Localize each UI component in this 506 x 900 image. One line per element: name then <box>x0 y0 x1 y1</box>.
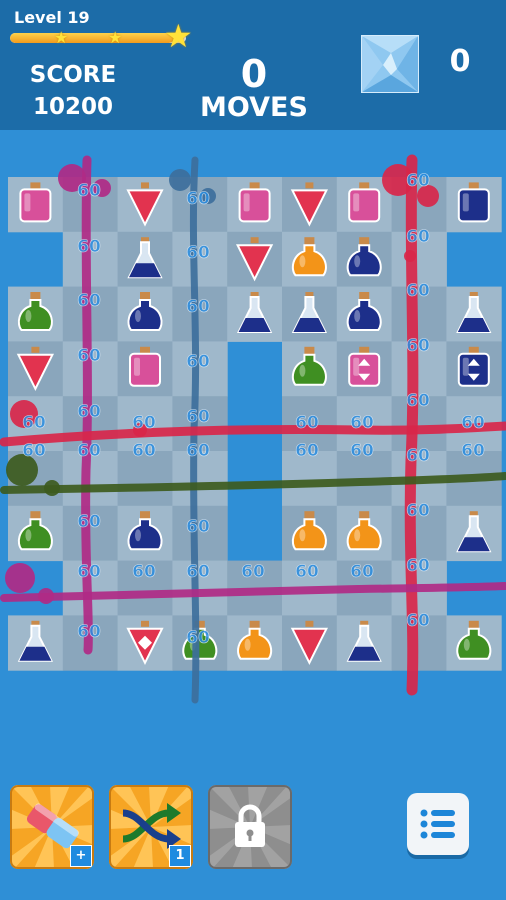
score-popup-label: 60 <box>406 227 430 247</box>
score-popup-label: 60 <box>132 413 156 433</box>
paint-drop <box>44 480 60 496</box>
score-popup-label: 60 <box>77 291 101 311</box>
menu-button[interactable] <box>407 793 469 855</box>
score-popup-label: 60 <box>406 391 430 411</box>
shuffle-booster-badge: 1 <box>169 845 191 867</box>
score-popup-label: 60 <box>406 446 430 466</box>
score-popup-label: 60 <box>461 413 485 433</box>
score-popup-label: 60 <box>77 622 101 642</box>
lock-icon <box>235 804 265 847</box>
score-popup-label: 60 <box>132 441 156 461</box>
score-popup-label: 60 <box>186 243 210 263</box>
score-popup-label: 60 <box>186 628 210 648</box>
score-popup-label: 60 <box>132 562 156 582</box>
locked-booster-slot[interactable] <box>208 785 292 869</box>
score-popup-label: 60 <box>241 562 265 582</box>
score-popup-label: 60 <box>186 352 210 372</box>
score-popup-label: 60 <box>77 562 101 582</box>
score-popup-label: 60 <box>77 512 101 532</box>
score-popup-label: 60 <box>406 611 430 631</box>
score-popup-label: 60 <box>77 402 101 422</box>
score-popup-label: 60 <box>186 297 210 317</box>
score-popup-label: 60 <box>350 562 374 582</box>
score-popup-label: 60 <box>186 517 210 537</box>
score-popup-label: 60 <box>406 501 430 521</box>
score-popup-label: 60 <box>186 189 210 209</box>
game-board[interactable]: 60 60 60 60 60 60 60 60 60 60 60 60 60 60 60 60 60 60 60 60… <box>0 0 506 900</box>
score-popup-label: 60 <box>22 413 46 433</box>
score-popup-label: 60 <box>77 441 101 461</box>
shuffle-booster-button[interactable]: 1 <box>109 785 193 869</box>
eraser-booster-badge: + <box>70 845 92 867</box>
paint-drop <box>5 563 35 593</box>
score-popup-label: 60 <box>295 441 319 461</box>
score-popup-label: 60 <box>406 281 430 301</box>
score-popup-label: 60 <box>406 171 430 191</box>
score-popup-label: 60 <box>295 413 319 433</box>
paint-drop <box>38 588 54 604</box>
paint-drop <box>404 250 416 262</box>
paint-drop <box>169 169 191 191</box>
score-popup-label: 60 <box>350 413 374 433</box>
eraser-booster-button[interactable]: + <box>10 785 94 869</box>
score-popup-label: 60 <box>186 562 210 582</box>
score-popup-label: 60 <box>77 181 101 201</box>
menu-list-icon <box>420 809 455 839</box>
score-popup-label: 60 <box>461 441 485 461</box>
score-popup-label: 60 <box>295 562 319 582</box>
score-popup-label: 60 <box>186 407 210 427</box>
score-popup-label: 60 <box>406 556 430 576</box>
score-popup-label: 60 <box>77 237 101 257</box>
score-popup-label: 60 <box>406 336 430 356</box>
score-popup-label: 60 <box>22 441 46 461</box>
score-popup-label: 60 <box>350 441 374 461</box>
score-popup-label: 60 <box>77 346 101 366</box>
score-popup-label: 60 <box>186 441 210 461</box>
